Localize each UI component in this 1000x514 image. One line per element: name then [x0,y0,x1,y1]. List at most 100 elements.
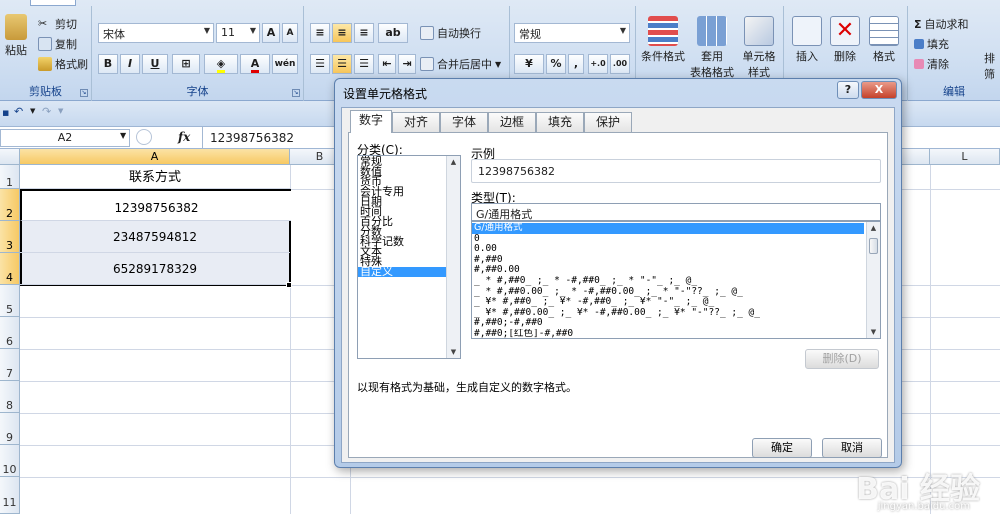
font-launcher-icon[interactable]: ↘ [292,89,300,97]
row-header-5[interactable]: 5 [0,285,20,317]
paste-button[interactable]: 粘贴 [2,14,30,58]
scroll-down-icon[interactable]: ▼ [447,346,460,358]
borders-button[interactable]: ⊞ [172,54,200,74]
undo-icon[interactable]: ↶ [14,105,23,118]
align-middle-button[interactable]: ≡ [332,23,352,43]
row-header-11[interactable]: 11 [0,477,20,514]
name-box[interactable]: A2 [0,129,130,147]
clipboard-launcher-icon[interactable]: ↘ [80,89,88,97]
clear-button[interactable]: 清除 [914,56,949,72]
cancel-button[interactable]: 取消 [822,438,882,458]
row-header-3[interactable]: 3 [0,221,20,253]
align-bottom-button[interactable]: ≡ [354,23,374,43]
cell-a4[interactable]: 65289178329 [20,253,290,285]
row-header-2[interactable]: 2 [0,189,20,221]
row-header-10[interactable]: 10 [0,445,20,477]
tab-alignment[interactable]: 对齐 [392,112,440,132]
formula-input[interactable]: 12398756382 [210,131,294,145]
increase-indent-button[interactable]: ⇥ [398,54,416,74]
column-header-a[interactable]: A [20,149,290,165]
tab-number[interactable]: 数字 [350,110,392,133]
fill-color-button[interactable]: ◈ [204,54,238,74]
type-input[interactable]: G/通用格式 [471,203,881,221]
list-item-selected[interactable]: G/通用格式 [472,223,864,234]
font-name-combo[interactable]: 宋体 ▼ [98,23,214,43]
list-item[interactable]: _ ¥* #,##0.00_ ;_ ¥* -#,##0.00_ ;_ ¥* "-… [472,308,880,319]
list-item[interactable]: #,##0 [472,255,880,266]
conditional-format-button[interactable]: 条件格式 [638,16,688,64]
align-left-button[interactable]: ☰ [310,54,330,74]
row-header-6[interactable]: 6 [0,317,20,349]
align-center-button[interactable]: ☰ [332,54,352,74]
scroll-thumb[interactable] [869,238,878,254]
type-list[interactable]: G/通用格式 0 0.00 #,##0 #,##0.00 _ * #,##0_ … [471,221,881,339]
chevron-down-icon[interactable]: ▼ [120,131,126,140]
type-scrollbar[interactable]: ▲ ▼ [866,222,880,338]
grow-font-button[interactable]: A [262,23,280,43]
ok-button[interactable]: 确定 [752,438,812,458]
row-header-7[interactable]: 7 [0,349,20,381]
copy-button[interactable]: 复制 [38,36,77,52]
increase-decimal-button[interactable]: +.0 [588,54,608,74]
tab-fill[interactable]: 填充 [536,112,584,132]
chevron-down-icon[interactable]: ▼ [58,107,63,115]
row-header-9[interactable]: 9 [0,413,20,445]
format-painter-button[interactable]: 格式刷 [38,56,88,72]
cell-a2[interactable]: 12398756382 [20,189,291,221]
fill-handle[interactable] [286,282,292,288]
merge-center-button[interactable]: 合并后居中 ▼ [420,56,501,72]
number-format-combo[interactable]: 常规 ▼ [514,23,630,43]
list-item[interactable]: _ ¥* #,##0_ ;_ ¥* -#,##0_ ;_ ¥* "-"_ ;_ … [472,297,880,308]
list-item[interactable]: #,##0;-#,##0 [472,318,880,329]
scroll-down-icon[interactable]: ▼ [867,326,880,338]
format-as-table-button[interactable]: 套用 表格格式 [688,16,736,80]
list-item[interactable]: _ * #,##0_ ;_ * -#,##0_ ;_ * "-"_ ;_ @_ [472,276,880,287]
save-icon[interactable]: ▪ [2,106,9,119]
close-button[interactable]: X [861,81,897,99]
formula-bar-button[interactable] [136,129,152,145]
list-item[interactable]: #,##0.00 [472,265,880,276]
row-header-1[interactable]: 1 [0,165,20,189]
insert-function-button[interactable]: fx [178,130,190,144]
cut-button[interactable]: ✂ 剪切 [38,16,77,32]
tab-border[interactable]: 边框 [488,112,536,132]
orientation-button[interactable]: ab [378,23,408,43]
insert-button[interactable]: 插入 [788,16,826,64]
align-top-button[interactable]: ≡ [310,23,330,43]
chevron-down-icon[interactable]: ▼ [30,107,35,115]
category-list[interactable]: 常规 数值 货币 会计专用 日期 时间 百分比 分数 科学记数 文本 特殊 自定… [357,155,461,359]
bold-button[interactable]: B [98,54,118,74]
list-item[interactable]: #,##0;[红色]-#,##0 [472,329,880,338]
row-header-4[interactable]: 4 [0,253,20,285]
accounting-format-button[interactable]: ¥ [514,54,544,74]
cell-a1[interactable]: 联系方式 [20,165,290,189]
format-button[interactable]: 格式 [864,16,904,64]
select-all-corner[interactable] [0,149,20,165]
underline-button[interactable]: U [142,54,168,74]
comma-button[interactable]: , [568,54,584,74]
percent-button[interactable]: % [546,54,566,74]
phonetic-button[interactable]: wén [272,54,298,74]
autosum-button[interactable]: Σ 自动求和 [914,16,969,32]
font-size-combo[interactable]: 11 ▼ [216,23,260,43]
cell-styles-button[interactable]: 单元格 样式 [736,16,782,80]
list-item[interactable]: 0.00 [472,244,880,255]
help-button[interactable]: ? [837,81,859,99]
fill-button[interactable]: 填充 [914,36,949,52]
category-scrollbar[interactable]: ▲ ▼ [446,156,460,358]
scroll-up-icon[interactable]: ▲ [447,156,460,168]
decrease-indent-button[interactable]: ⇤ [378,54,396,74]
scroll-up-icon[interactable]: ▲ [867,222,880,234]
cell-a3[interactable]: 23487594812 [20,221,290,253]
tab-font[interactable]: 字体 [440,112,488,132]
shrink-font-button[interactable]: A [282,23,298,43]
wrap-text-button[interactable]: 自动换行 [420,25,481,41]
list-item-selected[interactable]: 自定义 [358,266,446,277]
delete-button[interactable]: ✕ 删除 [826,16,864,64]
decrease-decimal-button[interactable]: .00 [610,54,630,74]
align-right-button[interactable]: ☰ [354,54,374,74]
list-item[interactable]: 0 [472,234,880,245]
italic-button[interactable]: I [120,54,140,74]
column-header-l[interactable]: L [930,149,1000,165]
font-color-button[interactable]: A [240,54,270,74]
